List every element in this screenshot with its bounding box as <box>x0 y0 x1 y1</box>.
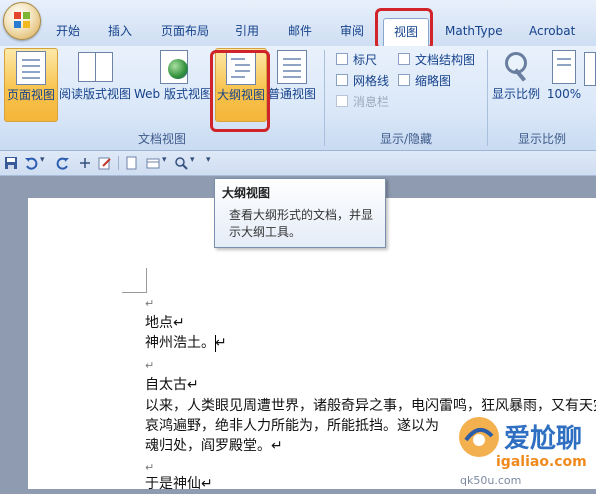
watermark-small-text: qk50u.com <box>460 474 522 487</box>
undo-icon[interactable] <box>24 156 38 170</box>
find-dropdown-icon[interactable]: ▾ <box>190 155 195 165</box>
magnifier-icon <box>501 50 531 84</box>
office-logo-icon <box>14 12 30 28</box>
document-line: 于是神仙↵ <box>145 476 213 492</box>
document-line: 哀鸿遍野，绝非人力所能为，所能抵挡。遂以为 <box>145 418 439 434</box>
tab-page-layout[interactable]: 页面布局 <box>161 18 209 44</box>
zoom-100-button[interactable]: 100% <box>544 48 584 120</box>
reading-layout-icon <box>78 50 113 84</box>
new-document-icon[interactable] <box>124 156 138 170</box>
outline-view-tooltip: 大纲视图 查看大纲形式的文档，并显示大纲工具。 <box>214 178 386 248</box>
document-line: 魂归处，阎罗殿堂。↵ <box>145 438 283 454</box>
view-tab-highlight <box>375 8 433 50</box>
tooltip-title: 大纲视图 <box>222 186 271 200</box>
tab-acrobat[interactable]: Acrobat <box>529 18 575 44</box>
web-layout-button[interactable]: Web 版式视图 <box>134 48 212 120</box>
document-line: 自太古↵ <box>145 377 199 393</box>
qat-separator <box>118 156 119 170</box>
text-cursor <box>215 335 216 352</box>
gridlines-checkbox[interactable]: 网格线 <box>336 72 389 90</box>
watermark-text: 爱尬聊 <box>504 424 583 454</box>
page-100-icon <box>552 50 576 84</box>
document-line: ↵ <box>145 297 155 310</box>
print-layout-icon <box>16 51 46 85</box>
outline-view-highlight <box>210 50 270 132</box>
watermark-url: igaliao.com <box>496 454 587 470</box>
show-hide-group-label: 显示/隐藏 <box>379 132 433 146</box>
print-layout-button[interactable]: 页面视图 <box>4 48 58 122</box>
ribbon: 页面视图 阅读版式视图 Web 版式视图 大纲视图 普通视图 文档视图 标尺 文… <box>0 46 596 151</box>
tooltip-body: 查看大纲形式的文档，并显示大纲工具。 <box>229 208 374 239</box>
quick-access-toolbar: ▾ ▾ ▾ ▾ <box>0 151 596 176</box>
full-screen-reading-button[interactable]: 阅读版式视图 <box>58 48 132 120</box>
document-line: 地点↵ <box>145 315 185 331</box>
tab-mathtype[interactable]: MathType <box>445 18 503 44</box>
save-icon[interactable] <box>4 156 18 170</box>
zoom-button[interactable]: 显示比例 <box>490 48 542 120</box>
undo-dropdown-icon[interactable]: ▾ <box>40 155 45 165</box>
tab-mailings[interactable]: 邮件 <box>288 18 312 44</box>
margin-corner-mark <box>122 268 147 293</box>
ribbon-tab-bar: 开始 插入 页面布局 引用 邮件 审阅 视图 MathType Acrobat <box>0 0 596 50</box>
draft-view-icon <box>277 50 307 84</box>
ruler-checkbox[interactable]: 标尺 <box>336 51 377 69</box>
tab-review[interactable]: 审阅 <box>340 18 364 44</box>
table-insert-icon[interactable] <box>78 156 92 170</box>
office-button[interactable] <box>3 2 41 40</box>
document-line: ↵ <box>145 359 155 372</box>
page-setup-dropdown-icon[interactable]: ▾ <box>162 155 167 165</box>
zoom-group-label: 显示比例 <box>517 132 566 146</box>
ribbon-separator <box>324 50 325 146</box>
globe-icon <box>158 50 188 84</box>
find-icon[interactable] <box>174 156 188 170</box>
message-bar-checkbox[interactable]: 消息栏 <box>336 93 389 111</box>
edit-icon[interactable] <box>98 156 112 170</box>
page-setup-icon[interactable] <box>146 156 160 170</box>
thumbnails-checkbox[interactable]: 缩略图 <box>398 72 451 90</box>
document-views-group-label: 文档视图 <box>137 132 186 146</box>
customize-toolbar-icon[interactable]: ▾ <box>206 155 211 165</box>
redo-icon[interactable] <box>56 156 70 170</box>
document-map-checkbox[interactable]: 文档结构图 <box>398 51 475 69</box>
watermark: 爱尬聊 igaliao.com qk50u.com <box>452 408 596 489</box>
tab-home[interactable]: 开始 <box>56 18 80 44</box>
one-page-icon[interactable] <box>584 52 596 86</box>
tab-insert[interactable]: 插入 <box>108 18 132 44</box>
tab-references[interactable]: 引用 <box>235 18 259 44</box>
draft-view-button[interactable]: 普通视图 <box>266 48 318 120</box>
